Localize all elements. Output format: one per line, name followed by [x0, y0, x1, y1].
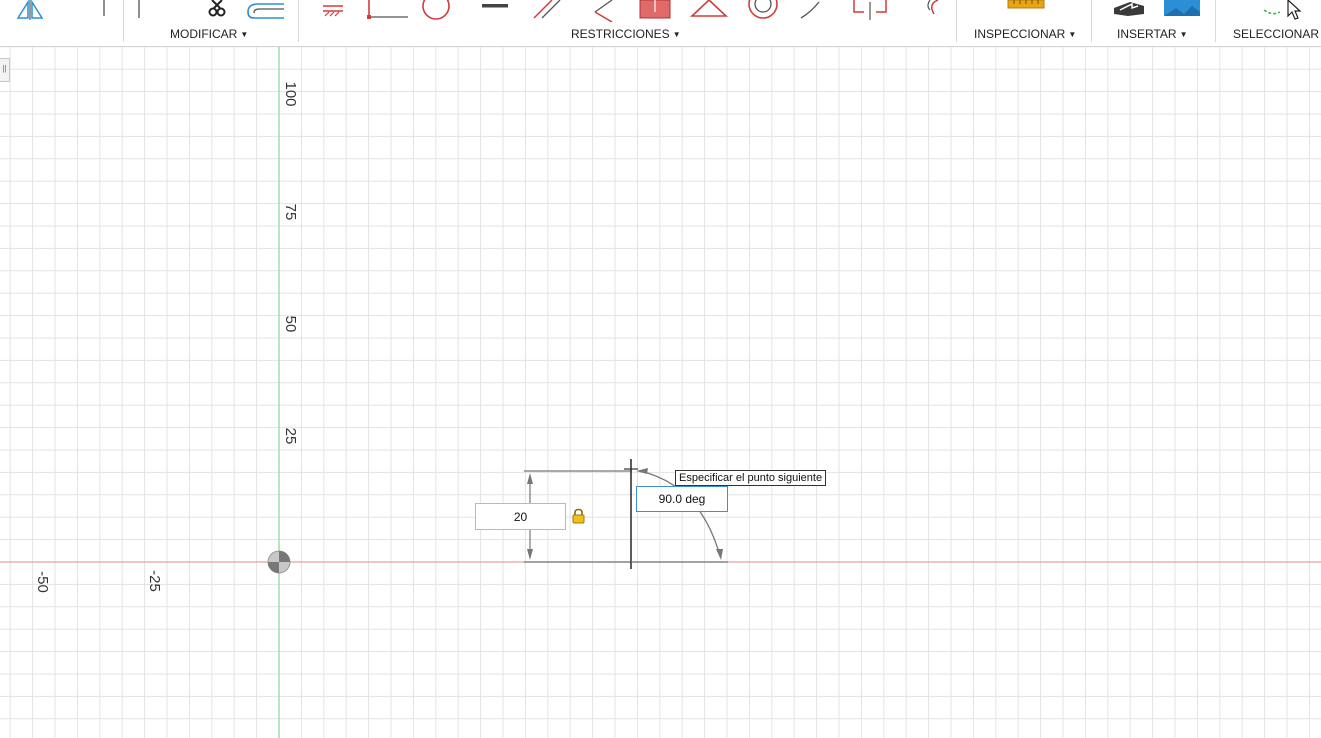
x-axis-label: -25	[146, 570, 163, 592]
select-cursor-icon[interactable]	[1258, 0, 1306, 22]
angle-dimension-input[interactable]	[636, 486, 728, 512]
tangent-icon[interactable]	[418, 0, 462, 22]
origin-point[interactable]	[267, 550, 291, 574]
y-axis-label: 50	[282, 316, 299, 333]
insertar-menu[interactable]: INSERTAR ▼	[1117, 27, 1188, 41]
horizontal-constraint-icon[interactable]	[480, 0, 510, 22]
chevron-down-icon: ▼	[240, 30, 249, 39]
chevron-down-icon: ▼	[1179, 30, 1188, 39]
toolbar: MODIFICAR ▼ RESTRICCIONES ▼ INSPECCIONAR…	[0, 0, 1321, 47]
symmetry-icon[interactable]	[850, 0, 890, 22]
fix-constraint-icon[interactable]	[320, 0, 346, 22]
separator	[1091, 0, 1092, 42]
curvature-icon[interactable]	[920, 0, 946, 22]
y-axis-label: 75	[282, 204, 299, 221]
insertar-label: INSERTAR	[1117, 27, 1177, 41]
parallel-icon[interactable]	[530, 0, 564, 22]
separator	[1215, 0, 1216, 42]
grid	[0, 47, 1321, 738]
coincident-icon[interactable]	[638, 0, 672, 22]
length-dimension-input[interactable]	[475, 503, 566, 530]
tooltip: Especificar el punto siguiente	[675, 470, 827, 486]
mirror-icon[interactable]	[14, 0, 60, 22]
inspeccionar-menu[interactable]: INSPECCIONAR ▼	[974, 27, 1076, 41]
perpendicular-icon[interactable]	[364, 0, 410, 22]
measure-ruler-icon[interactable]	[1006, 0, 1046, 22]
separator	[123, 0, 124, 42]
modificar-label: MODIFICAR	[170, 27, 238, 41]
y-axis-label: 25	[282, 428, 299, 445]
x-axis-label: -50	[34, 571, 51, 593]
trim-scissors-icon[interactable]	[205, 0, 233, 22]
restricciones-label: RESTRICCIONES	[571, 27, 670, 41]
project-line-icon[interactable]	[92, 0, 116, 22]
insert-derive-icon[interactable]	[1110, 0, 1148, 22]
separator	[956, 0, 957, 42]
modificar-menu[interactable]: MODIFICAR ▼	[170, 27, 248, 41]
sketch-dimension-icon[interactable]	[132, 0, 146, 22]
collinear-icon[interactable]	[590, 0, 616, 22]
sketch-canvas[interactable]: 100 75 50 25 -50 -25	[0, 47, 1321, 738]
seleccionar-menu[interactable]: SELECCIONAR	[1233, 27, 1319, 41]
collapse-tab-glyph: ||	[2, 64, 7, 73]
concentric-icon[interactable]	[744, 0, 782, 22]
equal-triangle-icon[interactable]	[690, 0, 728, 22]
chevron-down-icon: ▼	[1068, 30, 1077, 39]
seleccionar-label: SELECCIONAR	[1233, 27, 1320, 41]
y-axis-label: 100	[282, 81, 299, 106]
restricciones-menu[interactable]: RESTRICCIONES ▼	[571, 27, 681, 41]
inspeccionar-label: INSPECCIONAR	[974, 27, 1066, 41]
chevron-down-icon: ▼	[672, 30, 681, 39]
smooth-icon[interactable]	[797, 0, 823, 22]
separator	[298, 0, 299, 42]
offset-icon[interactable]	[244, 0, 288, 22]
browser-collapse-tab[interactable]: ||	[0, 58, 10, 82]
insert-canvas-image-icon[interactable]	[1162, 0, 1202, 22]
lock-icon[interactable]	[571, 508, 586, 524]
